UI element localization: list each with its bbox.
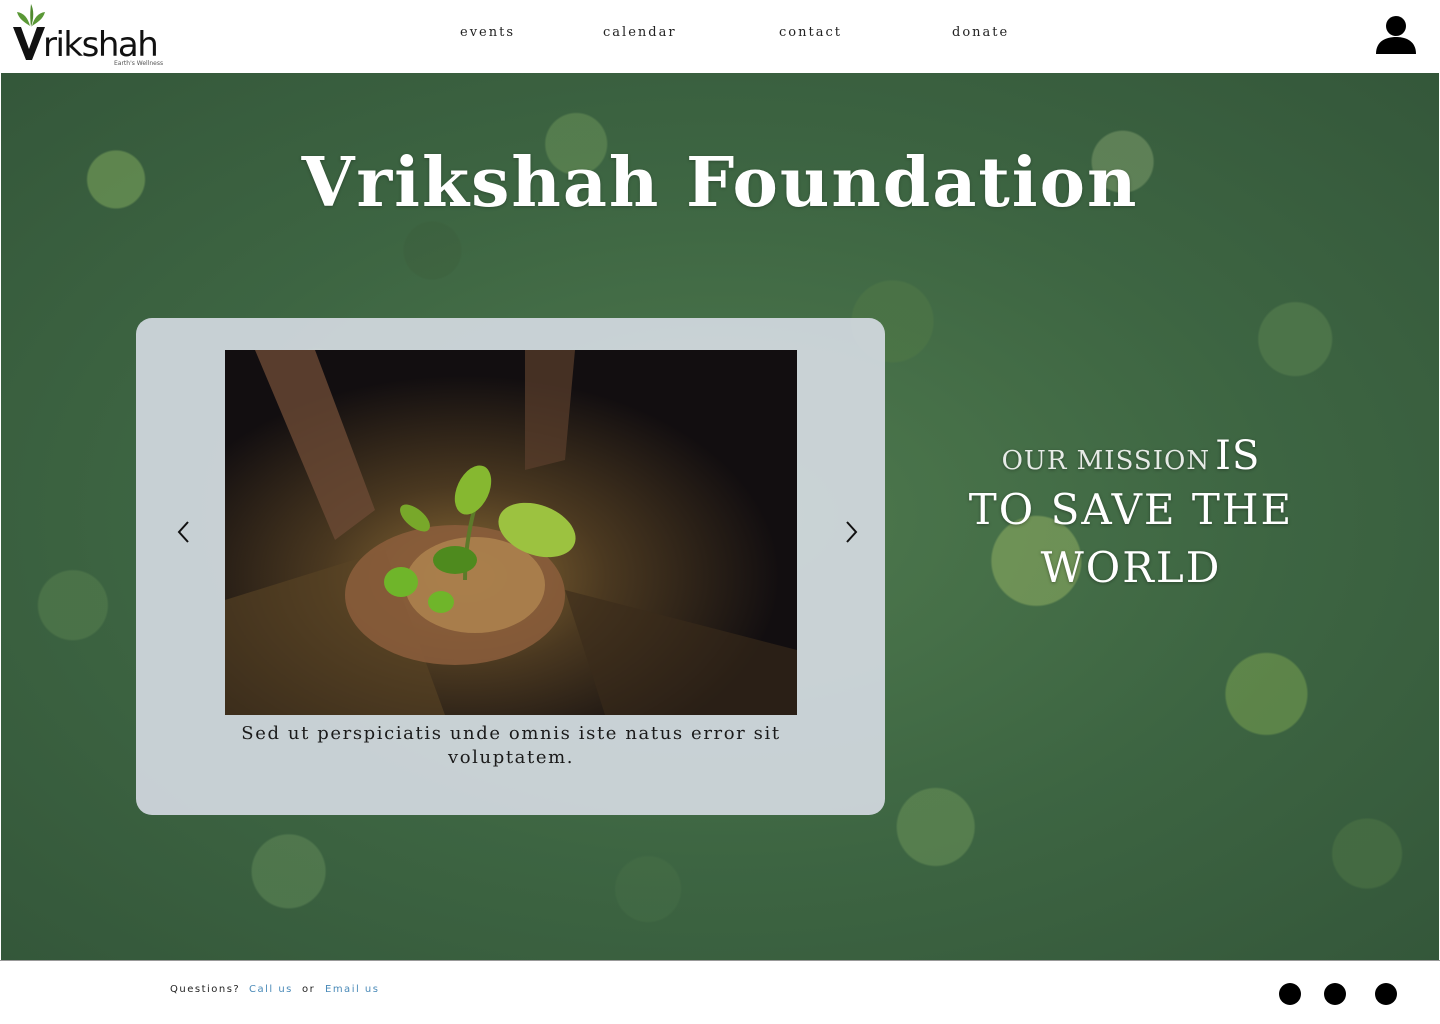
- social-icon-2[interactable]: [1324, 983, 1346, 1005]
- logo-wordmark: rikshah: [43, 25, 159, 65]
- hero-title: Vrikshah Foundation: [301, 143, 1139, 223]
- mission-line-1: OUR MISSION IS: [921, 433, 1341, 479]
- mission-small-text: OUR MISSION: [1001, 446, 1211, 476]
- chevron-left-icon: [177, 521, 189, 543]
- hero-section: Vrikshah Foundation Sed ut perspiciatis …: [1, 73, 1439, 960]
- carousel-next-button[interactable]: [838, 514, 866, 550]
- mission-big-text: IS: [1215, 433, 1261, 479]
- site-logo[interactable]: rikshah Earth's Wellness: [10, 2, 163, 70]
- chevron-right-icon: [846, 521, 858, 543]
- image-carousel: Sed ut perspiciatis unde omnis iste natu…: [136, 318, 885, 815]
- email-us-link[interactable]: Email us: [325, 984, 379, 995]
- mission-statement: OUR MISSION IS TO SAVE THE WORLD: [921, 433, 1341, 597]
- nav-link-donate[interactable]: donate: [952, 25, 1009, 40]
- logo-tagline: Earth's Wellness: [114, 60, 164, 67]
- social-icon-1[interactable]: [1279, 983, 1301, 1005]
- logo-v-icon: [13, 27, 45, 60]
- user-icon[interactable]: [1374, 15, 1418, 55]
- call-us-link[interactable]: Call us: [249, 984, 293, 995]
- mission-line-2: TO SAVE THE WORLD: [968, 485, 1294, 592]
- carousel-caption: Sed ut perspiciatis unde omnis iste natu…: [241, 723, 781, 768]
- questions-label: Questions?: [170, 984, 241, 995]
- or-label: or: [302, 984, 316, 995]
- site-header: rikshah Earth's Wellness events calendar…: [0, 0, 1440, 73]
- nav-link-events[interactable]: events: [460, 25, 515, 40]
- carousel-prev-button[interactable]: [169, 514, 197, 550]
- seedling-hands-image: [225, 350, 797, 715]
- nav-link-contact[interactable]: contact: [779, 25, 842, 40]
- site-footer: Questions? Call us or Email us: [0, 960, 1440, 1024]
- nav-link-calendar[interactable]: calendar: [603, 25, 677, 40]
- social-icon-3[interactable]: [1375, 983, 1397, 1005]
- carousel-slide-image: [225, 350, 797, 715]
